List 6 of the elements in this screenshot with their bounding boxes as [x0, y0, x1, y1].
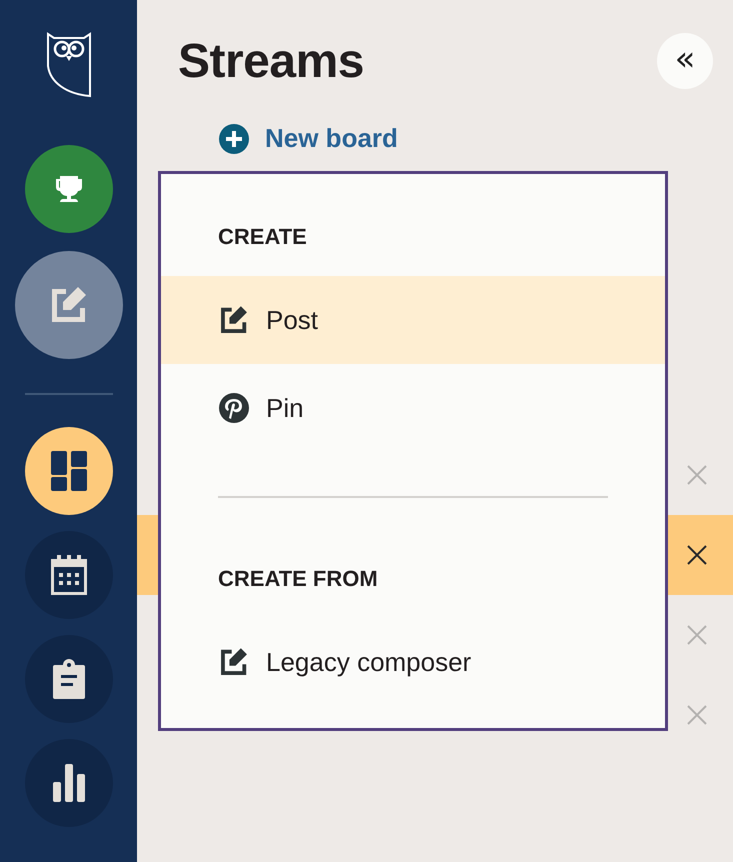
- page-title: Streams: [178, 34, 364, 88]
- menu-item-label: Pin: [266, 392, 304, 424]
- menu-heading: CREATE FROM: [217, 566, 379, 593]
- menu-item-label: Post: [266, 304, 318, 336]
- menu-item-label: Legacy composer: [266, 646, 472, 678]
- menu-heading: CREATE: [217, 224, 308, 251]
